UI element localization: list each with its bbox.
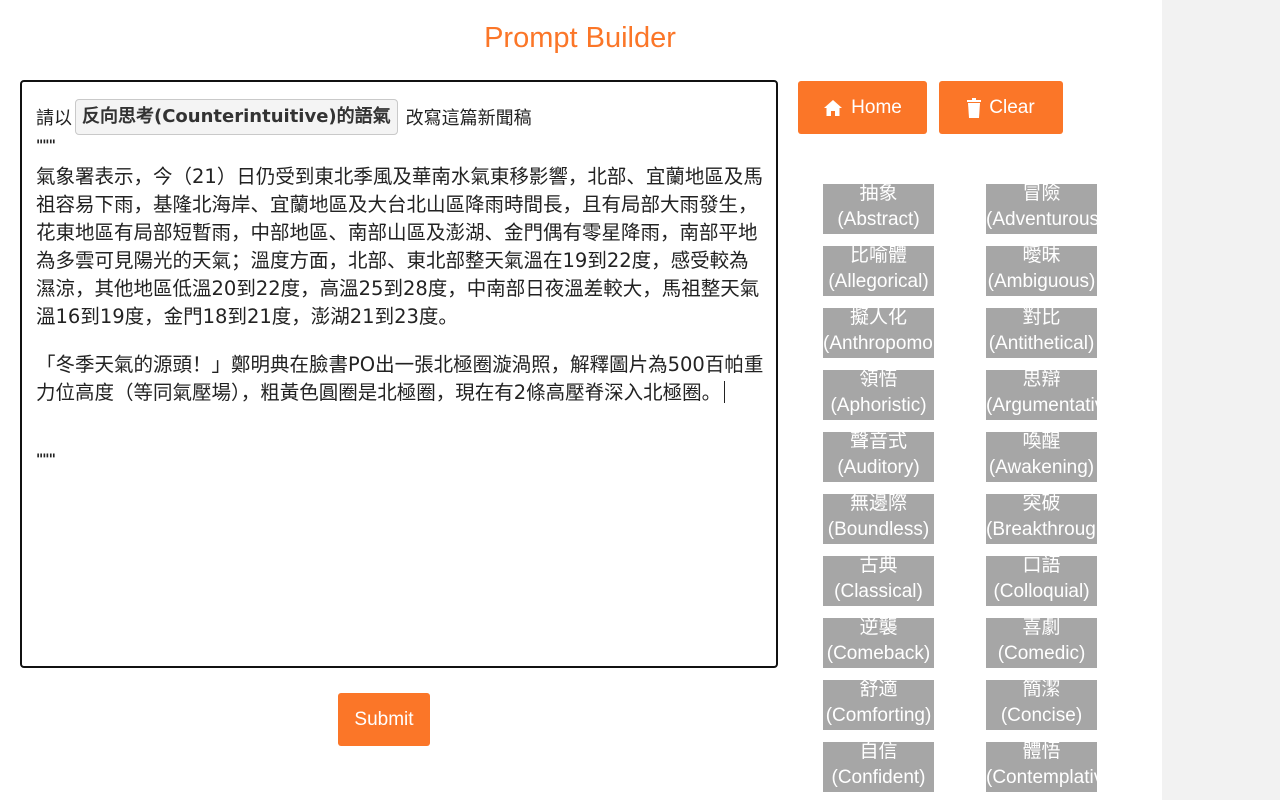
clear-button[interactable]: Clear — [939, 81, 1063, 134]
tone-option-en: (Confident) — [831, 767, 926, 788]
tone-option-en: (Adventurous) — [986, 209, 1097, 230]
tone-option-zh: 體悟 — [1022, 742, 1061, 762]
tone-option-zh: 古典 — [859, 556, 898, 576]
tone-option-auditory[interactable]: 聲音式 (Auditory) — [823, 432, 934, 482]
tone-option-en: (Awakening) — [988, 457, 1095, 478]
tone-option-en: (Classical) — [834, 581, 923, 602]
tone-option-en: (Concise) — [1000, 705, 1083, 726]
instruction-prefix: 請以 — [36, 108, 72, 129]
tone-option-en: (Colloquial) — [993, 581, 1090, 602]
tone-option-breakthrough[interactable]: 突破 (Breakthrough) — [986, 494, 1097, 544]
tone-option-zh: 思辯 — [1022, 370, 1061, 390]
tone-option-comedic[interactable]: 喜劇 (Comedic) — [986, 618, 1097, 668]
tone-option-en: (Breakthrough) — [986, 519, 1097, 540]
prompt-instruction: 請以 反向思考(Counterintuitive)的語氣 改寫這篇新聞稿 — [36, 98, 532, 136]
selected-tone-chip[interactable]: 反向思考(Counterintuitive)的語氣 — [75, 99, 398, 135]
tone-option-comeback[interactable]: 逆襲 (Comeback) — [823, 618, 934, 668]
tone-option-concise[interactable]: 簡潔 (Concise) — [986, 680, 1097, 730]
tone-option-en: (Aphoristic) — [830, 395, 927, 416]
tone-option-en: (Argumentative) — [986, 395, 1097, 416]
tone-option-antithetical[interactable]: 對比 (Antithetical) — [986, 308, 1097, 358]
close-quotes: """ — [36, 452, 56, 468]
tone-option-en: (Contemplative) — [986, 767, 1097, 788]
tone-option-en: (Ambiguous) — [987, 271, 1096, 292]
tone-option-colloquial[interactable]: 口語 (Colloquial) — [986, 556, 1097, 606]
tone-option-allegorical[interactable]: 比喻體 (Allegorical) — [823, 246, 934, 296]
tone-option-comforting[interactable]: 舒適 (Comforting) — [823, 680, 934, 730]
tone-option-en: (Auditory) — [837, 457, 920, 478]
tone-option-en: (Boundless) — [827, 519, 930, 540]
instruction-suffix: 改寫這篇新聞稿 — [405, 108, 532, 129]
tone-option-en: (Comeback) — [826, 643, 931, 664]
page-title: Prompt Builder — [484, 22, 676, 54]
home-button[interactable]: Home — [798, 81, 927, 134]
news-paragraph-2: 「冬季天氣的源頭！」鄭明典在臉書PO出一張北極圈漩渦照，解釋圖片為500百帕重力… — [36, 351, 766, 407]
tone-option-en: (Comedic) — [997, 643, 1086, 664]
home-icon — [823, 99, 843, 117]
tone-option-classical[interactable]: 古典 (Classical) — [823, 556, 934, 606]
tone-option-adventurous[interactable]: 冒險 (Adventurous) — [986, 184, 1097, 234]
news-paragraph-2-text: 「冬季天氣的源頭！」鄭明典在臉書PO出一張北極圈漩渦照，解釋圖片為500百帕重力… — [36, 353, 764, 404]
tone-option-zh: 逆襲 — [859, 618, 898, 638]
tone-option-zh: 擬人化 — [849, 308, 907, 328]
tone-option-en: (Antithetical) — [988, 333, 1095, 354]
home-button-label: Home — [851, 96, 902, 118]
tone-option-en: (Allegorical) — [828, 271, 929, 292]
page-gutter — [1162, 0, 1280, 800]
tone-option-zh: 喚醒 — [1022, 432, 1061, 452]
clear-button-label: Clear — [989, 96, 1035, 118]
submit-button[interactable]: Submit — [338, 693, 430, 746]
open-quotes: """ — [36, 138, 56, 154]
tone-option-confident[interactable]: 自信 (Confident) — [823, 742, 934, 792]
tone-option-zh: 聲音式 — [849, 432, 907, 452]
tone-option-zh: 領悟 — [859, 370, 898, 390]
tone-option-zh: 對比 — [1022, 308, 1061, 328]
tone-option-boundless[interactable]: 無邊際 (Boundless) — [823, 494, 934, 544]
tone-option-zh: 喜劇 — [1022, 618, 1061, 638]
tone-option-zh: 自信 — [859, 742, 898, 762]
tone-option-zh: 比喻體 — [849, 246, 907, 266]
tone-option-zh: 簡潔 — [1022, 680, 1061, 700]
tone-option-zh: 抽象 — [859, 184, 898, 204]
tone-option-abstract[interactable]: 抽象 (Abstract) — [823, 184, 934, 234]
tone-option-aphoristic[interactable]: 領悟 (Aphoristic) — [823, 370, 934, 420]
news-paragraph-1: 氣象署表示，今（21）日仍受到東北季風及華南水氣東移影響，北部、宜蘭地區及馬祖容… — [36, 165, 763, 328]
tone-option-zh: 無邊際 — [849, 494, 907, 514]
tone-option-zh: 冒險 — [1022, 184, 1061, 204]
tone-option-en: (Anthropomorphic) — [823, 333, 934, 354]
tone-option-argumentative[interactable]: 思辯 (Argumentative) — [986, 370, 1097, 420]
tone-option-ambiguous[interactable]: 曖昧 (Ambiguous) — [986, 246, 1097, 296]
tone-option-contemplative[interactable]: 體悟 (Contemplative) — [986, 742, 1097, 792]
tone-option-anthropomorphic[interactable]: 擬人化 (Anthropomorphic) — [823, 308, 934, 358]
tone-option-zh: 舒適 — [859, 680, 898, 700]
trash-icon — [967, 97, 982, 118]
tone-option-zh: 曖昧 — [1022, 246, 1061, 266]
text-caret — [724, 381, 726, 403]
prompt-editor[interactable]: 請以 反向思考(Counterintuitive)的語氣 改寫這篇新聞稿 """… — [20, 80, 778, 668]
tone-option-en: (Abstract) — [837, 209, 920, 230]
tone-option-awakening[interactable]: 喚醒 (Awakening) — [986, 432, 1097, 482]
tone-option-en: (Comforting) — [825, 705, 932, 726]
tone-option-zh: 突破 — [1022, 494, 1061, 514]
tone-option-zh: 口語 — [1022, 556, 1061, 576]
